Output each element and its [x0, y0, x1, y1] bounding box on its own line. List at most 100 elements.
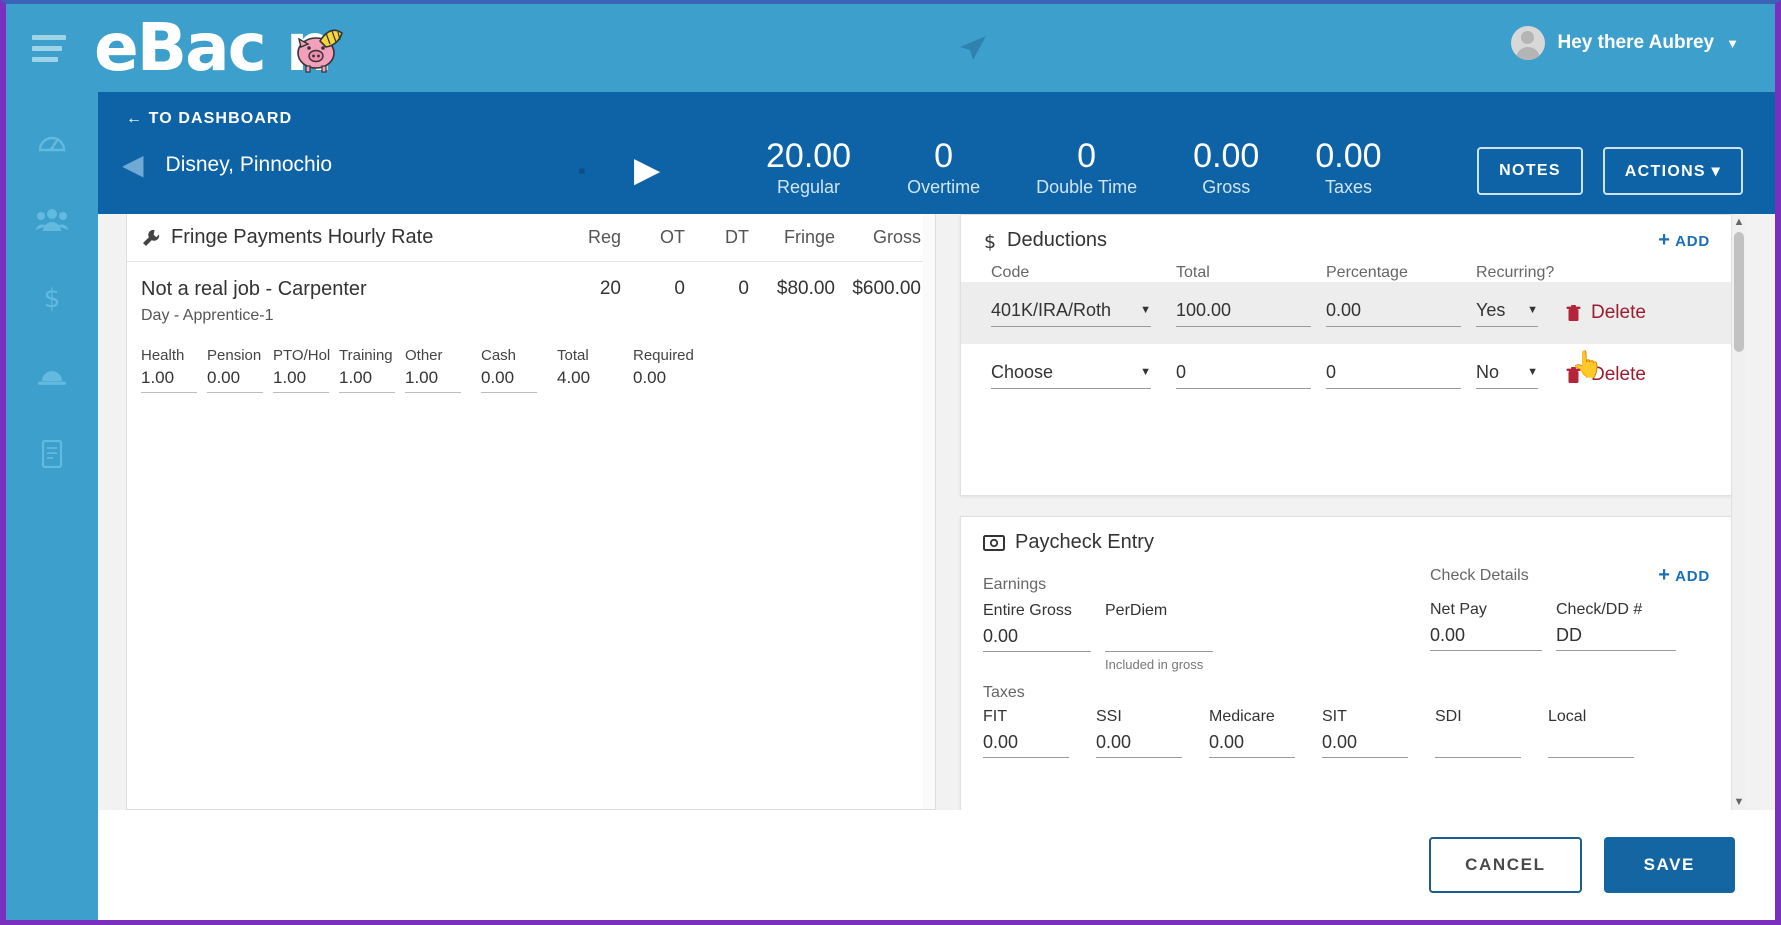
delete-deduction-button[interactable]: Delete	[1566, 302, 1646, 324]
deduction-recurring-select[interactable]: No ▼	[1476, 362, 1538, 389]
field-label: Local	[1548, 708, 1587, 725]
sidebar-item-jobs[interactable]	[6, 348, 98, 404]
column-header: Gross	[872, 227, 921, 247]
field-label: Entire Gross	[983, 602, 1072, 619]
previous-employee-icon[interactable]: ◀	[122, 148, 144, 181]
tax-input[interactable]: 0.00	[1322, 732, 1408, 758]
right-column-scrollbar[interactable]: ▲ ▼	[1731, 214, 1745, 810]
add-check-button[interactable]: + ADD	[1658, 564, 1710, 587]
entire-gross-input[interactable]: 0.00	[983, 626, 1091, 652]
dollar-icon: $	[44, 284, 61, 313]
notes-button[interactable]: NOTES	[1477, 147, 1583, 195]
plus-icon: +	[1658, 564, 1671, 586]
save-button[interactable]: SAVE	[1603, 837, 1735, 893]
tax-input[interactable]	[1548, 732, 1634, 758]
add-deduction-button[interactable]: + ADD	[1658, 229, 1710, 252]
column-header-recurring: Recurring?	[1476, 264, 1555, 281]
header-actions: NOTES ACTIONS ▾	[1477, 147, 1743, 195]
tax-input[interactable]: 0.00	[1209, 732, 1295, 758]
stat-double-time: 0 Double Time	[1008, 137, 1165, 198]
sidebar-item-reports[interactable]	[6, 426, 98, 482]
fringe-breakdown: Health 1.00 Pension 0.00 PTO/Hol 1.00 Tr…	[127, 325, 935, 393]
user-menu[interactable]: Hey there Aubrey ▼	[1511, 26, 1739, 60]
paper-plane-icon[interactable]	[958, 34, 988, 62]
fringe-field-training: Training 1.00	[339, 347, 405, 393]
column-header: DT	[725, 227, 749, 247]
field-value[interactable]: 1.00	[273, 368, 329, 393]
field-label: Required	[633, 347, 694, 364]
payroll-stats: 20.00 Regular 0 Overtime 0 Double Time 0…	[738, 137, 1410, 198]
field-value[interactable]: 0.00	[481, 368, 537, 393]
ebacon-logo[interactable]: eBac n	[94, 15, 343, 81]
field-value[interactable]: 1.00	[141, 368, 197, 393]
deduction-code-select[interactable]: Choose ▼	[991, 362, 1151, 389]
deduction-recurring-value: Yes	[1476, 299, 1506, 320]
top-navigation-bar: eBac n Hey there Aubrey ▼	[6, 4, 1775, 92]
hard-hat-icon	[38, 371, 66, 385]
app-window: eBac n Hey there Aubrey ▼ $ ← TO DASHBOA…	[0, 0, 1781, 925]
fringe-field-health: Health 1.00	[141, 347, 207, 393]
main-content: Fringe Payments Hourly Rate Reg OT DT Fr…	[98, 214, 1775, 818]
users-group-icon	[36, 209, 68, 231]
job-ot: 0	[674, 278, 685, 299]
paycheck-entry-panel: Paycheck Entry Earnings Entire Gross 0.0…	[960, 516, 1733, 818]
field-value[interactable]: 0.00	[207, 368, 263, 393]
delete-deduction-button[interactable]: Delete	[1566, 364, 1646, 386]
deduction-percentage-input[interactable]: 0	[1326, 362, 1461, 389]
tax-input[interactable]: 0.00	[983, 732, 1069, 758]
scrollbar-thumb[interactable]	[1734, 232, 1744, 352]
deduction-code-value: Choose	[991, 361, 1054, 382]
field-label: SIT	[1322, 708, 1347, 725]
fringe-field-total: Total 4.00	[557, 347, 623, 393]
field-value[interactable]: 1.00	[339, 368, 395, 393]
field-label: Cash	[481, 347, 517, 364]
deduction-percentage-input[interactable]: 0.00	[1326, 300, 1461, 327]
deductions-column-headers: Code Total Percentage Recurring?	[961, 256, 1732, 282]
job-reg: 20	[599, 278, 621, 299]
sidebar-item-dashboard[interactable]	[6, 114, 98, 170]
stat-regular: 20.00 Regular	[738, 137, 879, 198]
cancel-button[interactable]: CANCEL	[1429, 837, 1582, 893]
deduction-code-select[interactable]: 401K/IRA/Roth ▼	[991, 300, 1151, 327]
tax-input[interactable]	[1435, 732, 1521, 758]
perdiem-input[interactable]	[1105, 626, 1213, 652]
deduction-code-value: 401K/IRA/Roth	[991, 299, 1112, 320]
stat-value: 0.00	[1193, 137, 1260, 175]
add-check-label: ADD	[1675, 568, 1710, 585]
tax-labels: FIT 0.00 SSI 0.00 Medicare 0.00 SIT 0.00…	[983, 708, 1710, 758]
left-panel-scroll-gutter[interactable]	[923, 214, 935, 809]
field-value[interactable]: 1.00	[405, 368, 461, 393]
net-pay-field: Net Pay 0.00	[1430, 601, 1542, 651]
hamburger-menu-icon[interactable]	[32, 34, 66, 62]
next-employee-icon[interactable]: ▶	[634, 150, 660, 190]
scroll-down-arrow-icon[interactable]: ▼	[1732, 794, 1746, 810]
trash-icon	[1566, 304, 1581, 321]
scroll-up-arrow-icon[interactable]: ▲	[1732, 214, 1746, 230]
actions-button-label: ACTIONS	[1624, 163, 1706, 180]
deduction-total-input[interactable]: 0	[1176, 362, 1311, 389]
deduction-total-input[interactable]: 100.00	[1176, 300, 1311, 327]
sidebar-item-employees[interactable]	[6, 192, 98, 248]
delete-label: Delete	[1591, 302, 1646, 323]
stat-gross: 0.00 Gross	[1165, 137, 1287, 198]
stat-label: Overtime	[907, 177, 981, 198]
perdiem-field: PerDiem Included in gross	[1105, 602, 1213, 672]
chevron-down-icon: ▼	[1527, 304, 1538, 316]
tax-input[interactable]: 0.00	[1096, 732, 1182, 758]
back-to-dashboard-label: TO DASHBOARD	[148, 110, 293, 127]
fringe-field-required: Required 0.00	[633, 347, 699, 393]
deduction-recurring-select[interactable]: Yes ▼	[1476, 300, 1538, 327]
field-label: SSI	[1096, 708, 1122, 725]
sidebar-item-payroll[interactable]: $	[6, 270, 98, 326]
field-label: Check/DD #	[1556, 601, 1643, 618]
back-to-dashboard-link[interactable]: ← TO DASHBOARD	[126, 110, 292, 128]
actions-button[interactable]: ACTIONS ▾	[1602, 147, 1743, 195]
chevron-down-icon: ▼	[1140, 366, 1151, 378]
document-icon	[41, 440, 63, 468]
wrench-icon	[143, 229, 160, 246]
tax-field-sdi: SDI	[1435, 708, 1548, 758]
net-pay-input[interactable]: 0.00	[1430, 625, 1542, 651]
paycheck-header: Paycheck Entry	[961, 517, 1732, 558]
fringe-field-other: Other 1.00	[405, 347, 471, 393]
check-dd-input[interactable]: DD	[1556, 625, 1676, 651]
